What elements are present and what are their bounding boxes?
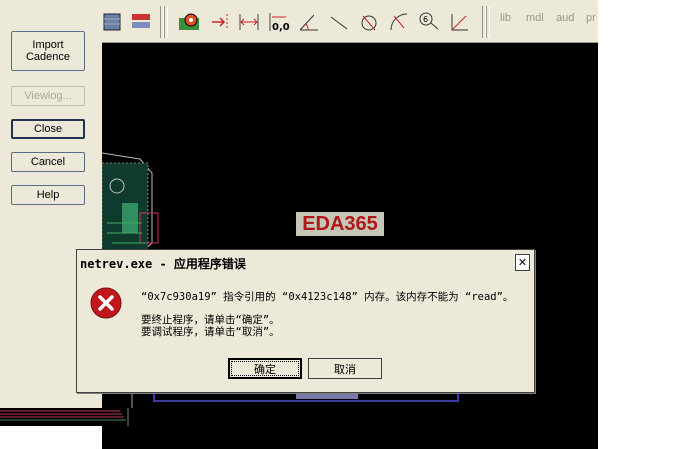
toolbar: 0,0 6 lib mdl aud pr: [102, 0, 598, 43]
dimension-horizontal-icon[interactable]: [238, 11, 260, 33]
radius-icon[interactable]: [388, 11, 410, 33]
pr-button[interactable]: pr: [586, 12, 596, 24]
cancel-dialog-button[interactable]: 取消: [308, 358, 382, 379]
dialog-title: netrev.exe - 应用程序错误: [80, 257, 246, 271]
error-icon: [90, 287, 122, 319]
grid-icon[interactable]: [102, 11, 122, 33]
mdl-button[interactable]: mdl: [526, 12, 544, 24]
svg-text:0,0: 0,0: [272, 22, 290, 33]
toolbar-separator: [164, 6, 168, 38]
chamfer-icon[interactable]: [448, 11, 470, 33]
help-button[interactable]: Help: [11, 185, 85, 205]
close-icon[interactable]: ✕: [515, 254, 530, 271]
datum-dimension-icon[interactable]: 0,0: [268, 11, 290, 33]
lib-button[interactable]: lib: [500, 12, 511, 24]
component-icon[interactable]: [178, 11, 200, 33]
angular-dimension-icon[interactable]: [298, 11, 320, 33]
diameter-icon[interactable]: [358, 11, 380, 33]
svg-text:6: 6: [423, 15, 428, 24]
watermark-label: EDA365: [296, 212, 384, 236]
close-button[interactable]: Close: [11, 119, 85, 139]
viewlog-button: Viewlog...: [11, 86, 85, 106]
debug-instruction: 要调试程序，请单击“取消”。: [141, 326, 280, 338]
layer-stack-icon[interactable]: [130, 11, 152, 33]
leader-icon[interactable]: [328, 11, 350, 33]
dialog-title-bar[interactable]: netrev.exe - 应用程序错误 ✕: [77, 250, 534, 276]
toolbar-separator: [486, 6, 490, 38]
aud-button[interactable]: aud: [556, 12, 574, 24]
ok-button[interactable]: 确定: [228, 358, 302, 379]
application-error-dialog: netrev.exe - 应用程序错误 ✕ “0x7c930a19” 指令引用的…: [76, 249, 535, 393]
dimension-edge-icon[interactable]: [208, 11, 230, 33]
cancel-button[interactable]: Cancel: [11, 152, 85, 172]
error-message: “0x7c930a19” 指令引用的 “0x4123c148” 内存。该内存不能…: [141, 291, 514, 303]
balloon-icon[interactable]: 6: [418, 11, 440, 33]
board-edge-strip: [0, 408, 134, 426]
import-cadence-button[interactable]: Import Cadence: [11, 31, 85, 71]
